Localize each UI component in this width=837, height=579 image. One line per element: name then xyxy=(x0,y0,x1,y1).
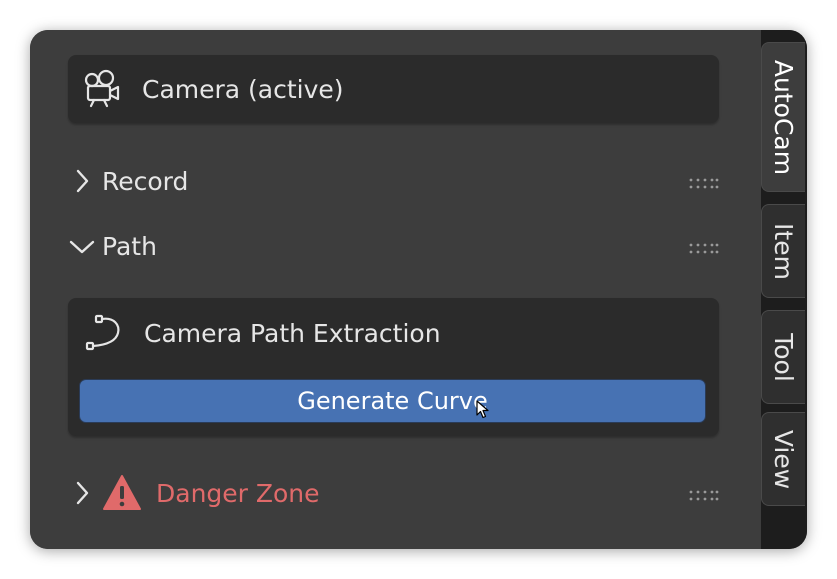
camera-path-panel: Camera Path Extraction Generate Curve xyxy=(68,298,719,436)
active-camera-box: Camera (active) xyxy=(68,55,719,123)
tab-item-label: Item xyxy=(769,222,799,280)
warning-icon xyxy=(102,473,142,513)
danger-zone-label: Danger Zone xyxy=(156,478,320,508)
tab-autocam-label: AutoCam xyxy=(769,59,798,175)
sidebar-tab-strip: AutoCam Item Tool View xyxy=(761,30,807,549)
tab-tool-label: Tool xyxy=(769,332,798,382)
tab-view-label: View xyxy=(769,429,799,489)
drag-grip-icon[interactable] xyxy=(689,175,719,194)
generate-curve-button[interactable]: Generate Curve xyxy=(79,379,706,423)
sidebar-window: Camera (active) Record Path Camera Path … xyxy=(30,30,807,549)
record-section-header[interactable]: Record xyxy=(68,161,719,201)
camera-path-title: Camera Path Extraction xyxy=(144,318,441,348)
tab-view[interactable]: View xyxy=(761,412,805,506)
tab-item[interactable]: Item xyxy=(761,204,805,298)
danger-zone-section-header[interactable]: Danger Zone xyxy=(68,473,719,513)
mouse-cursor-icon xyxy=(476,400,490,424)
drag-grip-icon[interactable] xyxy=(689,487,719,506)
record-section-label: Record xyxy=(102,166,189,196)
path-section-label: Path xyxy=(102,231,157,261)
camera-icon xyxy=(82,68,124,110)
active-camera-label: Camera (active) xyxy=(142,74,344,104)
sidebar-panel: Camera (active) Record Path Camera Path … xyxy=(30,30,761,549)
chevron-right-icon xyxy=(68,479,96,507)
tab-tool[interactable]: Tool xyxy=(761,310,805,404)
curve-path-icon xyxy=(84,313,124,353)
chevron-right-icon xyxy=(68,167,96,195)
tab-autocam[interactable]: AutoCam xyxy=(761,42,805,192)
chevron-down-icon xyxy=(68,232,96,260)
drag-grip-icon[interactable] xyxy=(689,240,719,259)
path-section-header[interactable]: Path xyxy=(68,226,719,266)
